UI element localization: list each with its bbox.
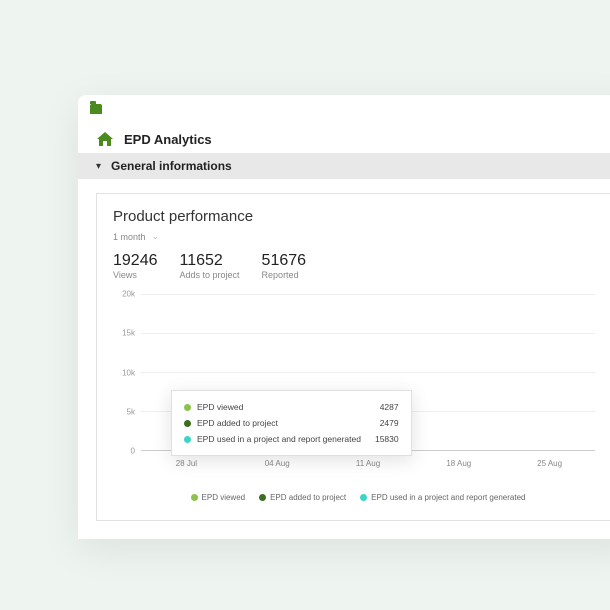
section-toggle[interactable]: ▾ General informations — [78, 153, 610, 179]
legend-item[interactable]: EPD used in a project and report generat… — [360, 493, 525, 502]
chevron-down-icon: ▾ — [96, 161, 101, 172]
bar-chart: 20k 15k 10k 5k 0 28 Jul 04 Aug 11 Aug 18 Au… — [113, 294, 603, 469]
grid-line — [141, 333, 595, 334]
chart-tooltip: EPD viewed 4287 EPD added to project 247… — [171, 390, 412, 456]
x-label: 25 Aug — [537, 459, 562, 468]
tooltip-row: EPD viewed 4287 — [184, 399, 399, 415]
y-tick: 10k — [122, 368, 135, 377]
legend-label: EPD viewed — [202, 493, 246, 502]
chevron-down-icon: ⌄ — [152, 231, 160, 242]
metric-value: 19246 — [113, 252, 158, 270]
browser-tab[interactable] — [84, 98, 120, 120]
tooltip-value: 4287 — [380, 402, 399, 412]
chart-legend: EPD viewed EPD added to project EPD used… — [113, 493, 603, 502]
metrics-row: 19246 Views 11652 Adds to project 51676 … — [113, 252, 603, 280]
y-tick: 0 — [131, 447, 135, 456]
period-label: 1 month — [113, 232, 146, 242]
x-axis: 28 Jul 04 Aug 11 Aug 18 Aug 25 Aug — [141, 455, 595, 471]
y-axis: 20k 15k 10k 5k 0 — [113, 294, 137, 451]
metric-value: 11652 — [180, 252, 240, 270]
home-icon[interactable] — [96, 131, 114, 147]
metric-label: Adds to project — [180, 270, 240, 280]
x-label: 11 Aug — [356, 459, 380, 468]
folder-icon — [90, 104, 102, 114]
app-window: EPD Analytics ▾ General informations Pro… — [78, 95, 610, 539]
dot-icon — [184, 436, 191, 443]
tooltip-value: 15830 — [375, 434, 399, 444]
metric-reported: 51676 Reported — [262, 252, 307, 280]
y-tick: 15k — [122, 329, 135, 338]
x-label: 04 Aug — [265, 459, 290, 468]
panel-title: Product performance — [113, 208, 603, 225]
metric-label: Views — [113, 270, 158, 280]
grid-line — [141, 372, 595, 373]
legend-label: EPD used in a project and report generat… — [371, 493, 525, 502]
page-header: EPD Analytics — [78, 123, 610, 153]
performance-panel: Product performance 1 month ⌄ 19246 View… — [96, 193, 610, 521]
dot-icon — [259, 494, 266, 501]
x-label: 28 Jul — [176, 459, 197, 468]
period-selector[interactable]: 1 month ⌄ — [113, 231, 603, 242]
dot-icon — [184, 404, 191, 411]
grid-line — [141, 294, 595, 295]
x-label: 18 Aug — [446, 459, 471, 468]
legend-item[interactable]: EPD added to project — [259, 493, 346, 502]
page-title: EPD Analytics — [124, 132, 212, 147]
tooltip-label: EPD used in a project and report generat… — [197, 434, 361, 444]
metric-value: 51676 — [262, 252, 307, 270]
metric-views: 19246 Views — [113, 252, 158, 280]
tooltip-row: EPD added to project 2479 — [184, 415, 399, 431]
tooltip-label: EPD viewed — [197, 402, 243, 412]
metric-adds: 11652 Adds to project — [180, 252, 240, 280]
legend-item[interactable]: EPD viewed — [191, 493, 246, 502]
browser-tab-strip — [78, 95, 610, 123]
tooltip-value: 2479 — [380, 418, 399, 428]
dot-icon — [191, 494, 198, 501]
metric-label: Reported — [262, 270, 307, 280]
tooltip-label: EPD added to project — [197, 418, 278, 428]
y-tick: 5k — [127, 407, 135, 416]
y-tick: 20k — [122, 290, 135, 299]
legend-label: EPD added to project — [270, 493, 346, 502]
section-label: General informations — [111, 159, 232, 173]
tooltip-row: EPD used in a project and report generat… — [184, 431, 399, 447]
dot-icon — [360, 494, 367, 501]
dot-icon — [184, 420, 191, 427]
